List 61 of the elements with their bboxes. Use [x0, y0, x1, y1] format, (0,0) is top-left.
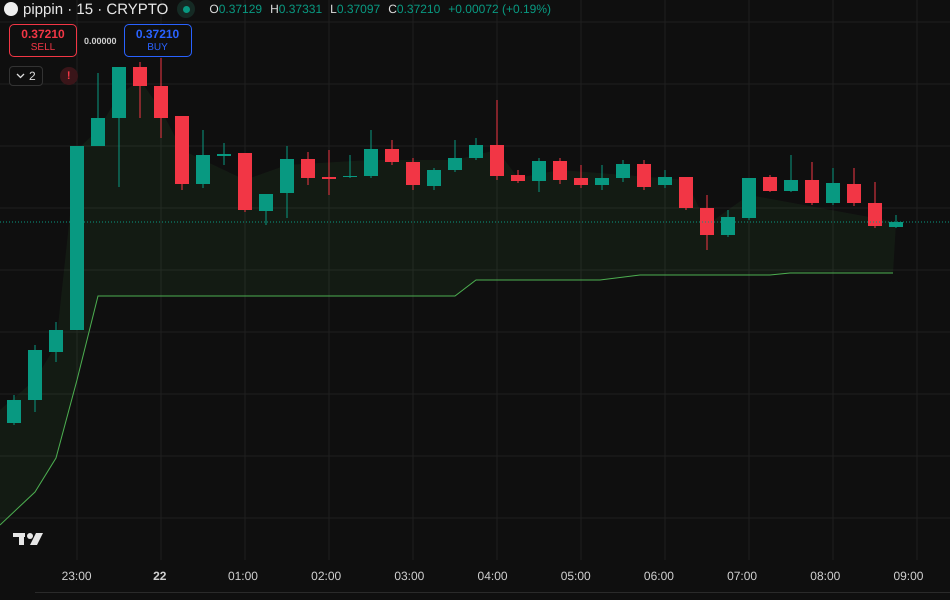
candle	[322, 150, 336, 196]
candle	[826, 168, 840, 206]
ohlc-value: C0.37210	[388, 2, 440, 16]
candle	[469, 138, 483, 160]
candle	[637, 160, 651, 190]
candle	[889, 214, 903, 228]
candle	[364, 130, 378, 178]
candle	[217, 142, 231, 166]
symbol-title: pippin · 15 · CRYPTO	[23, 0, 168, 18]
ohlc-value: O0.37129	[209, 2, 262, 16]
logo-icon	[13, 533, 43, 545]
candle	[448, 140, 462, 172]
buy-button[interactable]: 0.37210 BUY	[124, 24, 192, 57]
candle	[301, 152, 315, 186]
time-label: 06:00	[642, 569, 675, 583]
candle	[427, 168, 441, 190]
time-label: 01:00	[226, 569, 259, 583]
candle	[595, 164, 609, 190]
time-label: 05:00	[560, 569, 592, 583]
time-label: 07:00	[726, 569, 758, 583]
candle	[553, 158, 567, 184]
alert-badge[interactable]: !	[60, 67, 78, 85]
candle	[721, 210, 735, 238]
candle	[259, 194, 273, 226]
time-label: 02:00	[310, 569, 342, 583]
time-label: 08:00	[809, 569, 842, 583]
candle	[511, 170, 525, 184]
candle	[343, 154, 357, 178]
candle	[532, 158, 546, 192]
indicators-toggle[interactable]: 2	[9, 66, 43, 86]
candle	[28, 344, 42, 412]
candle	[574, 164, 588, 188]
ohlc-value: L0.37097	[330, 2, 380, 16]
spread-value: 0.00000	[84, 36, 117, 46]
candle	[763, 174, 777, 192]
candle	[700, 194, 714, 250]
candle	[7, 394, 21, 426]
ohlc-value: H0.37331	[270, 2, 322, 16]
candle	[238, 152, 252, 212]
time-label: 23:00	[60, 569, 93, 583]
price-change: +0.00072 (+0.19%)	[448, 2, 552, 16]
time-label: 03:00	[393, 569, 426, 583]
candle	[133, 62, 147, 118]
sell-button[interactable]: 0.37210 SELL	[9, 24, 77, 57]
time-label: 22	[152, 569, 168, 583]
candle	[784, 154, 798, 192]
chevron-down-icon	[16, 73, 25, 79]
candle	[385, 140, 399, 166]
candle	[196, 130, 210, 188]
candle	[406, 158, 420, 190]
candle	[742, 178, 756, 220]
candle	[658, 170, 672, 188]
candle	[847, 168, 861, 206]
candle	[616, 160, 630, 182]
candle	[805, 162, 819, 206]
time-label: 09:00	[892, 569, 924, 583]
candle	[868, 182, 882, 228]
candle	[49, 322, 63, 362]
time-label: 04:00	[476, 569, 509, 583]
candle	[679, 176, 693, 210]
coin-icon	[4, 2, 18, 16]
